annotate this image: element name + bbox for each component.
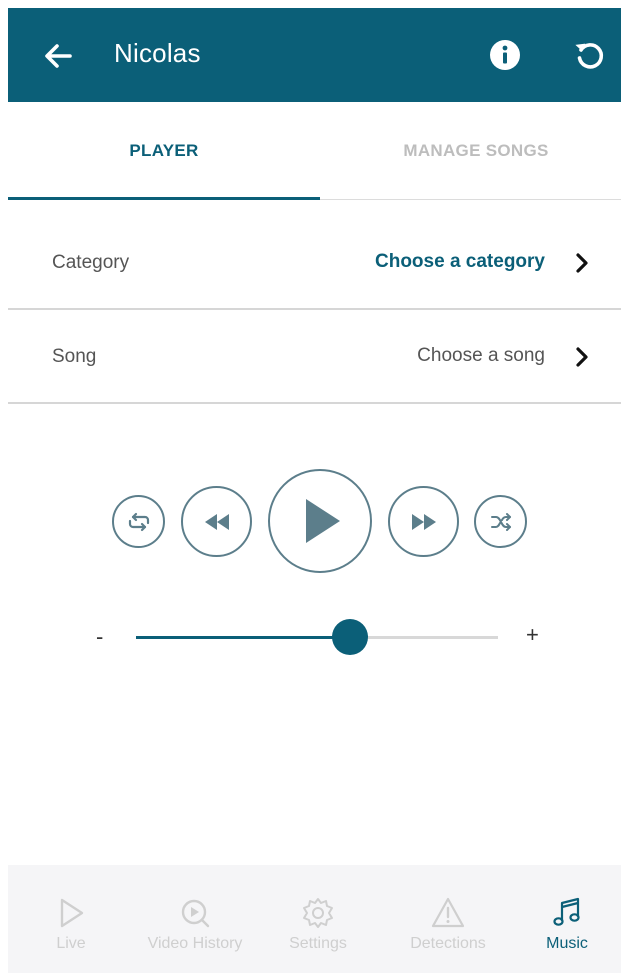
nav-label-music: Music [546, 935, 588, 952]
bottom-nav: Live Video History Settings Detections M… [8, 865, 621, 973]
back-arrow-icon[interactable] [38, 36, 78, 76]
nav-label-detections: Detections [410, 935, 486, 952]
rewind-icon [204, 513, 229, 530]
info-icon[interactable] [488, 38, 522, 72]
nav-item-detections[interactable]: Detections [396, 865, 500, 973]
repeat-button[interactable] [112, 495, 165, 548]
volume-up-label: + [526, 622, 539, 647]
category-label: Category [52, 252, 130, 273]
chevron-right-icon [571, 344, 593, 370]
volume-down-label: - [96, 624, 104, 649]
music-note-icon [553, 897, 580, 926]
rewind-button[interactable] [181, 486, 252, 557]
gear-icon [303, 898, 333, 928]
shuffle-button[interactable] [474, 495, 527, 548]
nav-label-settings: Settings [289, 935, 347, 952]
chevron-right-icon [571, 250, 593, 276]
nav-item-music[interactable]: Music [535, 865, 599, 973]
song-label: Song [52, 346, 97, 367]
category-value: Choose a category [375, 251, 545, 272]
nav-item-settings[interactable]: Settings [278, 865, 358, 973]
category-selector[interactable]: Category Choose a category [8, 216, 621, 310]
music-player-screen: Nicolas PLAYER MANAGE SONGS Category Cho… [0, 0, 621, 973]
play-icon [306, 499, 340, 543]
app-header: Nicolas [8, 8, 621, 102]
play-outline-icon [60, 898, 84, 928]
nav-label-live: Live [56, 935, 86, 952]
song-selector[interactable]: Song Choose a song [8, 310, 621, 404]
nav-label-video-history: Video History [147, 935, 243, 952]
warning-icon [431, 897, 465, 928]
repeat-icon [128, 512, 149, 531]
volume-slider[interactable] [136, 619, 498, 655]
page-title: Nicolas [114, 38, 201, 68]
refresh-icon[interactable] [572, 38, 606, 72]
tab-player[interactable]: PLAYER [8, 102, 320, 200]
video-history-icon [181, 899, 210, 928]
nav-item-live[interactable]: Live [46, 865, 96, 973]
fast-forward-icon [411, 513, 436, 530]
shuffle-icon [490, 512, 511, 531]
play-button[interactable] [268, 469, 372, 573]
fast-forward-button[interactable] [388, 486, 459, 557]
active-tab-indicator [8, 197, 320, 200]
nav-item-video-history[interactable]: Video History [138, 865, 252, 973]
volume-slider-fill [136, 636, 350, 639]
tab-manage-songs[interactable]: MANAGE SONGS [320, 102, 621, 200]
volume-slider-thumb[interactable] [331, 619, 368, 655]
song-value: Choose a song [417, 345, 545, 366]
tab-bar: PLAYER MANAGE SONGS [8, 102, 621, 200]
